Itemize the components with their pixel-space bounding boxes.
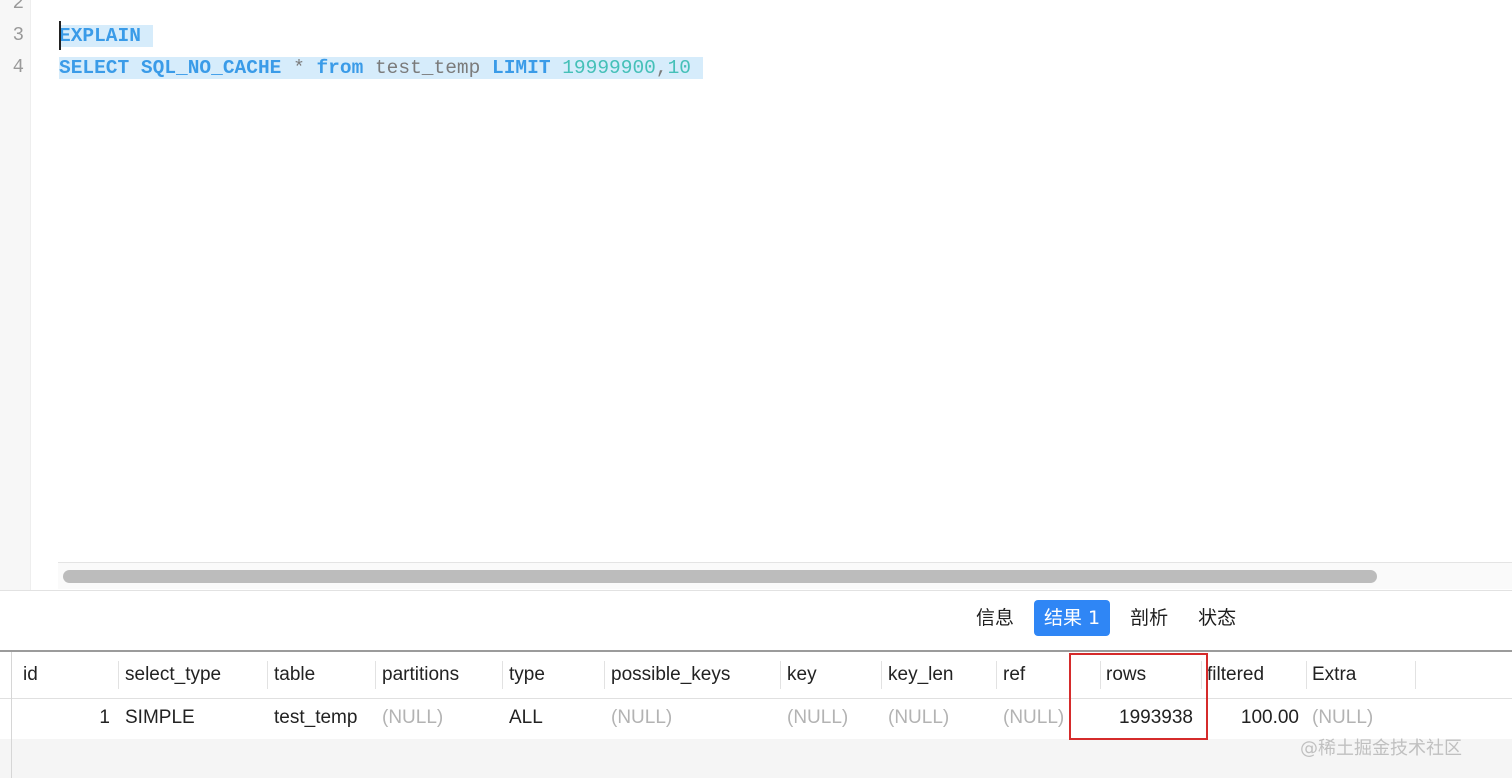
keyword-from: from — [316, 57, 364, 79]
column-header-filtered[interactable]: filtered — [1201, 652, 1307, 698]
cell-filtered[interactable]: 100.00 — [1201, 699, 1307, 739]
scrollbar-thumb[interactable] — [63, 570, 1377, 583]
table-row[interactable]: 1 SIMPLE test_temp (NULL) ALL (NULL) (NU… — [0, 699, 1512, 739]
keyword-limit: LIMIT — [492, 57, 551, 79]
tab-status[interactable]: 状态 — [1188, 600, 1246, 636]
limit-offset: 19999900 — [562, 57, 656, 79]
keyword-sql-no-cache: SQL_NO_CACHE — [140, 57, 282, 79]
column-header-partitions[interactable]: partitions — [376, 652, 503, 698]
sql-client-window: 2 3 4 EXPLAIN SELECT SQL_NO_CACHE * from… — [0, 0, 1512, 778]
cell-partitions[interactable]: (NULL) — [376, 699, 503, 739]
comma-token: , — [655, 57, 668, 79]
horizontal-scrollbar[interactable] — [58, 562, 1512, 589]
line-number-gutter: 2 3 4 — [0, 0, 31, 590]
cell-select-type[interactable]: SIMPLE — [119, 699, 267, 739]
text-cursor — [59, 21, 61, 50]
cell-key[interactable]: (NULL) — [781, 699, 882, 739]
column-header-id[interactable]: id — [17, 652, 119, 698]
column-header-rows[interactable]: rows — [1100, 652, 1201, 698]
column-separator[interactable] — [1415, 661, 1416, 689]
line-number-2: 2 — [12, 0, 24, 14]
tab-info[interactable]: 信息 — [966, 600, 1024, 636]
panel-divider — [0, 590, 1512, 591]
column-header-key-len[interactable]: key_len — [882, 652, 997, 698]
table-name-token: test_temp — [374, 57, 481, 79]
column-header-extra[interactable]: Extra — [1306, 652, 1416, 698]
column-header-select-type[interactable]: select_type — [119, 652, 267, 698]
column-header-table[interactable]: table — [268, 652, 376, 698]
grid-header-row: id select_type table partitions type pos… — [0, 652, 1512, 699]
keyword-select: SELECT — [59, 57, 130, 79]
tab-result-1[interactable]: 结果 1 — [1034, 600, 1111, 636]
sql-editor[interactable]: 2 3 4 EXPLAIN SELECT SQL_NO_CACHE * from… — [0, 0, 1512, 590]
cell-type[interactable]: ALL — [503, 699, 605, 739]
column-header-key[interactable]: key — [781, 652, 882, 698]
column-header-possible-keys[interactable]: possible_keys — [605, 652, 781, 698]
limit-count: 10 — [667, 57, 691, 79]
star-token: * — [293, 57, 305, 79]
code-line-3[interactable]: EXPLAIN — [59, 20, 153, 52]
result-tabs: 信息 结果 1 剖析 状态 — [966, 600, 1246, 636]
line-number-3: 3 — [12, 24, 24, 46]
column-header-type[interactable]: type — [503, 652, 605, 698]
cell-possible-keys[interactable]: (NULL) — [605, 699, 781, 739]
code-line-4[interactable]: SELECT SQL_NO_CACHE * from test_temp LIM… — [59, 52, 703, 84]
keyword-explain: EXPLAIN — [59, 25, 141, 47]
cell-table[interactable]: test_temp — [268, 699, 376, 739]
grid-left-border — [11, 652, 12, 778]
cell-id[interactable]: 1 — [12, 699, 118, 739]
column-header-ref[interactable]: ref — [997, 652, 1100, 698]
grid-empty-area — [0, 739, 1512, 778]
cell-key-len[interactable]: (NULL) — [882, 699, 997, 739]
cell-ref[interactable]: (NULL) — [997, 699, 1100, 739]
cell-rows[interactable]: 1993938 — [1100, 699, 1201, 739]
tab-profile[interactable]: 剖析 — [1120, 600, 1178, 636]
line-number-4: 4 — [12, 56, 24, 78]
watermark: @稀土掘金技术社区 — [1300, 738, 1462, 759]
cell-extra[interactable]: (NULL) — [1306, 699, 1416, 739]
